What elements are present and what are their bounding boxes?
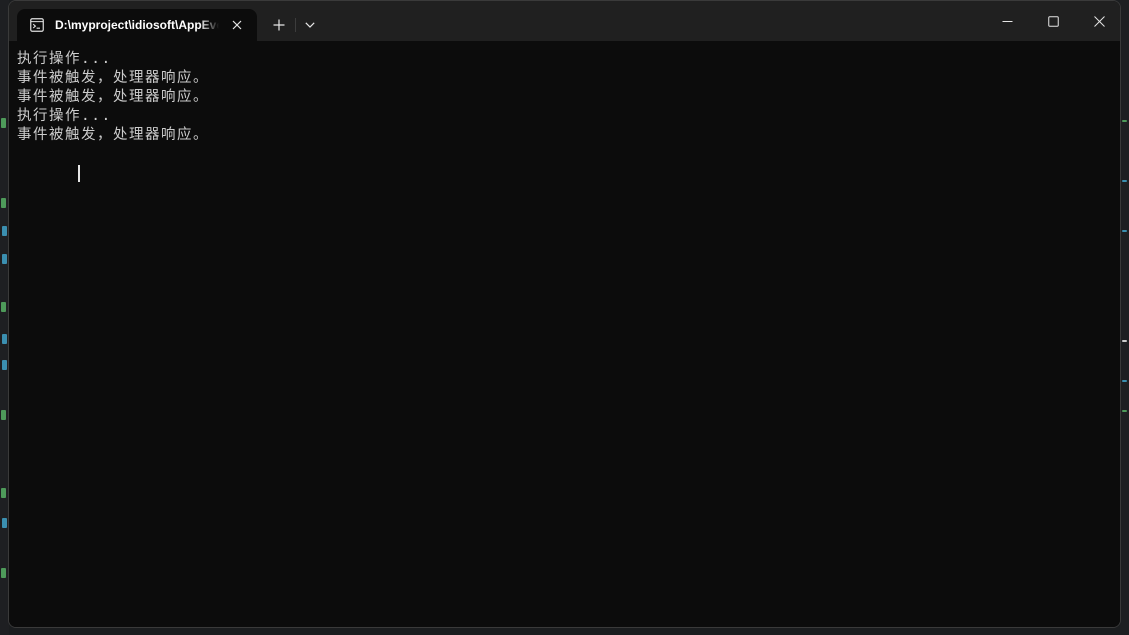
- terminal-output[interactable]: 执行操作... 事件被触发，处理器响应。 事件被触发，处理器响应。 执行操作..…: [9, 41, 1120, 627]
- background-mark: [1, 118, 6, 128]
- tab-title: D:\myproject\idiosoft\AppEvents: [55, 18, 219, 32]
- close-icon: [1093, 15, 1105, 27]
- plus-icon: [273, 19, 285, 31]
- background-editor-right: [1120, 0, 1129, 635]
- minimize-icon: [1002, 20, 1012, 22]
- chevron-down-icon: [305, 22, 315, 28]
- background-mark: [2, 518, 7, 528]
- close-icon: [232, 20, 242, 30]
- maximize-icon: [1047, 15, 1059, 27]
- background-mark: [2, 226, 7, 236]
- terminal-prompt-line[interactable]: [17, 145, 1120, 182]
- background-mark: [2, 360, 7, 370]
- background-mark: [1122, 180, 1127, 182]
- background-mark: [1122, 340, 1127, 342]
- close-button[interactable]: [1076, 1, 1120, 41]
- background-mark: [1, 410, 6, 420]
- tab-close-button[interactable]: [225, 13, 249, 37]
- terminal-icon: [29, 17, 45, 33]
- background-mark: [1122, 120, 1127, 122]
- terminal-line: 事件被触发，处理器响应。: [17, 127, 209, 143]
- background-mark: [1, 302, 6, 312]
- background-mark: [1122, 380, 1127, 382]
- terminal-window: D:\myproject\idiosoft\AppEvents: [8, 0, 1121, 628]
- terminal-tab[interactable]: D:\myproject\idiosoft\AppEvents: [17, 9, 257, 41]
- background-mark: [1122, 410, 1127, 412]
- title-bar[interactable]: D:\myproject\idiosoft\AppEvents: [9, 1, 1120, 41]
- background-mark: [1, 568, 6, 578]
- maximize-button[interactable]: [1030, 1, 1076, 41]
- terminal-line: 事件被触发，处理器响应。: [17, 70, 209, 86]
- minimize-button[interactable]: [984, 1, 1030, 41]
- background-mark: [1, 198, 6, 208]
- tab-divider: [295, 18, 296, 32]
- new-tab-button[interactable]: [265, 11, 293, 39]
- background-mark: [1122, 230, 1127, 232]
- terminal-line: 执行操作...: [17, 108, 112, 124]
- terminal-line: 执行操作...: [17, 51, 112, 67]
- background-mark: [1, 488, 6, 498]
- tab-dropdown-button[interactable]: [297, 11, 323, 39]
- background-mark: [2, 254, 7, 264]
- text-cursor: [78, 165, 80, 182]
- terminal-line: 事件被触发，处理器响应。: [17, 89, 209, 105]
- background-mark: [2, 334, 7, 344]
